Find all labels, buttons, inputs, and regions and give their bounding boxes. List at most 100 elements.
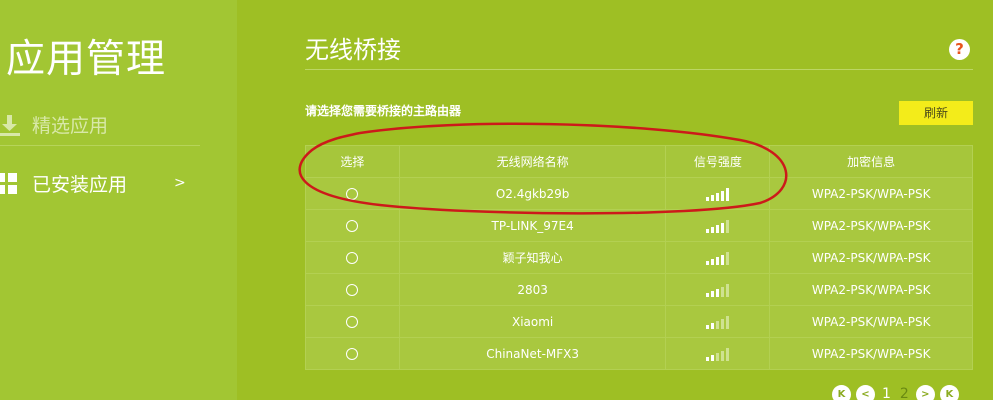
security-cell: WPA2-PSK/WPA-PSK	[769, 337, 973, 370]
last-page-button[interactable]: K	[939, 384, 959, 400]
signal-bar	[716, 256, 720, 265]
table-row[interactable]: Xiaomi WPA2-PSK/WPA-PSK	[305, 305, 973, 338]
first-page-button[interactable]: K	[832, 384, 851, 400]
signal-bar	[706, 196, 710, 201]
pagination: K < 1 2 > K	[832, 384, 959, 400]
ssid-cell: 颖子知我心	[398, 241, 667, 274]
select-cell	[305, 337, 400, 370]
select-radio[interactable]	[346, 348, 359, 360]
grid-icon	[0, 171, 20, 195]
signal-strength-icon	[706, 251, 730, 265]
sidebar-item-installed-apps[interactable]: 已安装应用 >	[0, 162, 200, 204]
signal-bar	[706, 292, 710, 297]
select-cell	[305, 209, 400, 242]
ssid-cell: 2803	[398, 273, 667, 306]
signal-bar	[726, 251, 730, 265]
security-cell: WPA2-PSK/WPA-PSK	[769, 177, 973, 210]
sidebar-item-featured-apps[interactable]: 精选应用	[0, 104, 200, 146]
next-page-button[interactable]: >	[915, 384, 935, 400]
help-icon[interactable]: ?	[949, 39, 970, 60]
signal-bar	[711, 226, 715, 233]
signal-strength-icon	[706, 283, 730, 297]
signal-bar	[721, 222, 725, 233]
signal-bar	[716, 288, 720, 297]
app-title: 应用管理	[6, 37, 167, 82]
sidebar-item-label: 精选应用	[32, 115, 109, 137]
page-number-1[interactable]: 1	[880, 386, 893, 400]
page-number-2[interactable]: 2	[898, 386, 911, 400]
app-window: 应用管理 精选应用 已安装应用 > 无线桥接 ? 请选择您需要桥接的主路由器 刷…	[0, 0, 993, 400]
sidebar-item-label: 已安装应用	[32, 173, 128, 196]
signal-bar	[716, 320, 720, 329]
signal-bar	[721, 254, 725, 265]
page-title: 无线桥接	[305, 36, 401, 64]
signal-bar	[706, 324, 710, 329]
table-row[interactable]: 颖子知我心 WPA2-PSK/WPA-PSK	[305, 241, 973, 274]
chevron-right-icon: >	[174, 175, 186, 191]
download-icon	[0, 113, 20, 137]
signal-bar	[721, 190, 725, 201]
security-cell: WPA2-PSK/WPA-PSK	[769, 305, 973, 338]
select-cell	[305, 273, 400, 306]
ssid-cell: ChinaNet-MFX3	[398, 337, 667, 370]
column-header-signal: 信号强度	[665, 145, 771, 178]
security-cell: WPA2-PSK/WPA-PSK	[769, 241, 973, 274]
network-table: 选择 无线网络名称 信号强度 加密信息 O2.4gkb29b WPA2-PSK/W…	[305, 145, 973, 370]
column-header-security: 加密信息	[769, 145, 973, 178]
select-radio[interactable]	[346, 220, 359, 232]
signal-bar	[726, 219, 730, 233]
signal-bar	[726, 315, 730, 329]
table-header-row: 选择 无线网络名称 信号强度 加密信息	[305, 145, 973, 178]
title-divider	[305, 69, 973, 70]
signal-strength-icon	[706, 315, 730, 329]
signal-bar	[716, 192, 720, 201]
signal-bar	[721, 318, 725, 329]
select-radio[interactable]	[346, 284, 359, 296]
signal-bar	[711, 194, 715, 201]
signal-bar	[706, 228, 710, 233]
ssid-cell: O2.4gkb29b	[398, 177, 667, 210]
signal-bar	[716, 224, 720, 233]
prev-page-button[interactable]: <	[856, 384, 875, 400]
signal-cell	[665, 273, 771, 306]
signal-bar	[706, 356, 710, 361]
signal-strength-icon	[706, 187, 730, 201]
signal-bar	[711, 290, 715, 297]
table-row[interactable]: ChinaNet-MFX3 WPA2-PSK/WPA-PSK	[305, 337, 973, 370]
ssid-cell: TP-LINK_97E4	[398, 209, 667, 242]
signal-bar	[716, 352, 720, 361]
signal-cell	[665, 241, 771, 274]
main-panel: 无线桥接 ? 请选择您需要桥接的主路由器 刷新 选择 无线网络名称 信号强度 加…	[237, 0, 993, 400]
signal-bar	[711, 354, 715, 361]
refresh-button[interactable]: 刷新	[899, 101, 973, 125]
column-header-ssid: 无线网络名称	[398, 145, 667, 178]
select-cell	[305, 177, 400, 210]
security-cell: WPA2-PSK/WPA-PSK	[769, 273, 973, 306]
select-radio[interactable]	[346, 316, 359, 328]
select-radio[interactable]	[346, 188, 359, 200]
ssid-cell: Xiaomi	[398, 305, 667, 338]
signal-cell	[665, 177, 771, 210]
select-cell	[305, 305, 400, 338]
column-header-select: 选择	[305, 145, 400, 178]
signal-bar	[726, 283, 730, 297]
signal-strength-icon	[706, 219, 730, 233]
signal-bar	[721, 350, 725, 361]
signal-cell	[665, 337, 771, 370]
signal-cell	[665, 209, 771, 242]
security-cell: WPA2-PSK/WPA-PSK	[769, 209, 973, 242]
table-row[interactable]: O2.4gkb29b WPA2-PSK/WPA-PSK	[305, 177, 973, 210]
signal-bar	[706, 260, 710, 265]
select-cell	[305, 241, 400, 274]
signal-bar	[721, 286, 725, 297]
instruction-text: 请选择您需要桥接的主路由器	[305, 104, 462, 118]
signal-bar	[711, 322, 715, 329]
sidebar: 应用管理 精选应用 已安装应用 >	[0, 0, 237, 400]
signal-bar	[726, 187, 730, 201]
select-radio[interactable]	[346, 252, 359, 264]
table-row[interactable]: TP-LINK_97E4 WPA2-PSK/WPA-PSK	[305, 209, 973, 242]
signal-cell	[665, 305, 771, 338]
signal-bar	[726, 347, 730, 361]
table-row[interactable]: 2803 WPA2-PSK/WPA-PSK	[305, 273, 973, 306]
signal-bar	[711, 258, 715, 265]
